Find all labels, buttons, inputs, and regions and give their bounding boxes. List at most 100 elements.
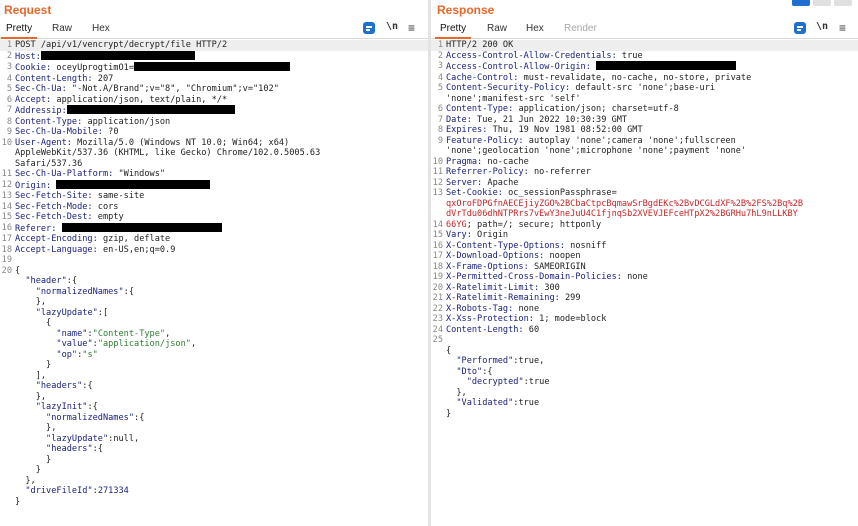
line-number: 7 — [437, 114, 443, 125]
line-number: 10 — [432, 156, 443, 167]
code-text: HTTP/2 200 OK — [446, 40, 513, 51]
code-text: Cookie: oceyUprogtimO1= — [15, 62, 291, 74]
code-text: AppleWebKit/537.36 (KHTML, like Gecko) C… — [15, 148, 320, 159]
line-number: 4 — [437, 72, 443, 83]
code-line: 1 POST /api/v1/vencrypt/decrypt/file HTTP… — [0, 40, 428, 51]
code-line: 6 Accept: application/json, text/plain, *… — [0, 95, 428, 106]
code-plain-text: HTTP/2 200 OK — [446, 40, 514, 50]
line-number — [0, 287, 15, 298]
code-line: 10 Pragma: no-cache — [431, 157, 858, 168]
line-number: 3 — [6, 62, 12, 72]
header-name: Vary: — [446, 230, 472, 240]
json-punct: } — [46, 454, 52, 465]
code-text: "op":"s" — [15, 350, 97, 361]
response-options-menu-icon[interactable]: ≡ — [839, 21, 846, 35]
header-value: true — [616, 50, 643, 61]
header-name: Addressip: — [15, 106, 67, 116]
header-name: X-Ratelimit-Limit: — [446, 282, 540, 293]
code-line: 16 X-Content-Type-Options: nosniff — [431, 241, 858, 252]
line-number — [431, 356, 446, 367]
code-text: Pragma: no-cache — [446, 157, 529, 168]
code-line: } — [0, 455, 428, 466]
cookie-attributes: ; path=/; secure; httponly — [466, 219, 602, 230]
code-line: "decrypted":true — [431, 377, 858, 388]
request-show-newlines-icon[interactable]: \n — [386, 21, 398, 32]
code-line: "op":"s" — [0, 350, 428, 361]
header-name: Accept-Encoding: — [15, 234, 98, 244]
code-line: "Dto":{ — [431, 367, 858, 378]
response-show-newlines-icon[interactable]: \n — [816, 21, 828, 32]
response-tab-pretty[interactable]: Pretty — [434, 23, 472, 39]
json-key: "headers" — [46, 444, 93, 454]
code-text: "headers":{ — [15, 381, 93, 392]
code-line: 5 Content-Security-Policy: default-src 'n… — [431, 83, 858, 94]
header-value: autoplay 'none';camera 'none';fullscreen — [523, 135, 736, 146]
header-value: cors — [92, 201, 119, 212]
code-line: 2 Host: — [0, 50, 428, 63]
response-tab-hex[interactable]: Hex — [526, 23, 544, 34]
request-editor[interactable]: 1 POST /api/v1/vencrypt/decrypt/file HTTP… — [0, 40, 428, 507]
line-number: 2 — [437, 50, 443, 61]
json-punct: }, — [25, 475, 36, 486]
line-number — [431, 377, 446, 388]
line-number: 11 — [432, 167, 443, 177]
request-wrap-lines-icon[interactable] — [363, 22, 375, 34]
code-line: 16 Referer: — [0, 222, 428, 235]
code-line: 1 HTTP/2 200 OK — [431, 40, 858, 51]
header-value: ?0 — [102, 127, 119, 137]
request-options-menu-icon[interactable]: ≡ — [408, 21, 415, 35]
line-number: 6 — [437, 104, 443, 114]
line-number: 13 — [432, 188, 443, 198]
header-name: X-Xss-Protection: — [446, 314, 534, 324]
line-number — [431, 388, 446, 399]
code-plain-text: Safari/537.36 — [15, 158, 83, 169]
response-tab-raw[interactable]: Raw — [487, 23, 507, 34]
code-text: Host: — [15, 50, 195, 63]
json-punct: :{ — [82, 381, 93, 391]
redacted-value — [66, 105, 235, 114]
request-tab-hex[interactable]: Hex — [92, 23, 110, 34]
code-line: 3 Access-Control-Allow-Origin: — [431, 61, 858, 73]
request-tab-pretty[interactable]: Pretty — [0, 23, 38, 39]
code-line: } — [0, 497, 428, 508]
code-text: POST /api/v1/vencrypt/decrypt/file HTTP/… — [15, 40, 227, 51]
response-tab-render[interactable]: Render — [564, 23, 597, 34]
code-line: 9 Sec-Ch-Ua-Mobile: ?0 — [0, 127, 428, 138]
code-text: "normalizedNames":{ — [15, 287, 134, 298]
line-number: 24 — [432, 324, 443, 335]
code-text: 66YG; path=/; secure; httponly — [446, 220, 601, 231]
line-number — [0, 381, 15, 392]
code-text: Sec-Fetch-Dest: empty — [15, 212, 124, 223]
code-plain-text: AppleWebKit/537.36 (KHTML, like Gecko) C… — [15, 148, 321, 158]
code-text: }, — [15, 475, 36, 487]
header-name: Sec-Fetch-Site: — [15, 191, 93, 201]
header-name: Set-Cookie: — [446, 188, 503, 198]
code-text: X-Ratelimit-Remaining: 299 — [446, 293, 581, 304]
response-editor[interactable]: 1 HTTP/2 200 OK 2 Access-Control-Allow-Cred… — [431, 40, 858, 419]
line-number — [0, 392, 15, 403]
code-line: 8 Expires: Thu, 19 Nov 1981 08:52:00 GMT — [431, 125, 858, 136]
code-line: 5 Sec-Ch-Ua: "-Not.A/Brand";v="8", "Chrom… — [0, 84, 428, 95]
response-pane: Response Pretty Raw Hex Render \n ≡ 1 HTT… — [431, 0, 858, 526]
line-number — [0, 329, 15, 340]
line-number: 21 — [432, 293, 443, 303]
line-number: 11 — [1, 169, 12, 179]
code-text: Referer: — [15, 222, 222, 235]
line-number — [0, 465, 15, 476]
code-text: Set-Cookie: oc_sessionPassphrase= — [446, 188, 617, 199]
code-text: ], — [15, 371, 46, 382]
code-text: Sec-Ch-Ua-Mobile: ?0 — [15, 127, 119, 138]
code-line: "driveFileId":271334 — [0, 486, 428, 497]
request-tab-raw[interactable]: Raw — [52, 23, 72, 34]
response-wrap-lines-icon[interactable] — [794, 22, 806, 34]
code-line: "lazyUpdate":null, — [0, 434, 428, 445]
code-text: Feature-Policy: autoplay 'none';camera '… — [446, 136, 736, 147]
line-number — [0, 413, 15, 424]
code-text: } — [446, 409, 451, 420]
